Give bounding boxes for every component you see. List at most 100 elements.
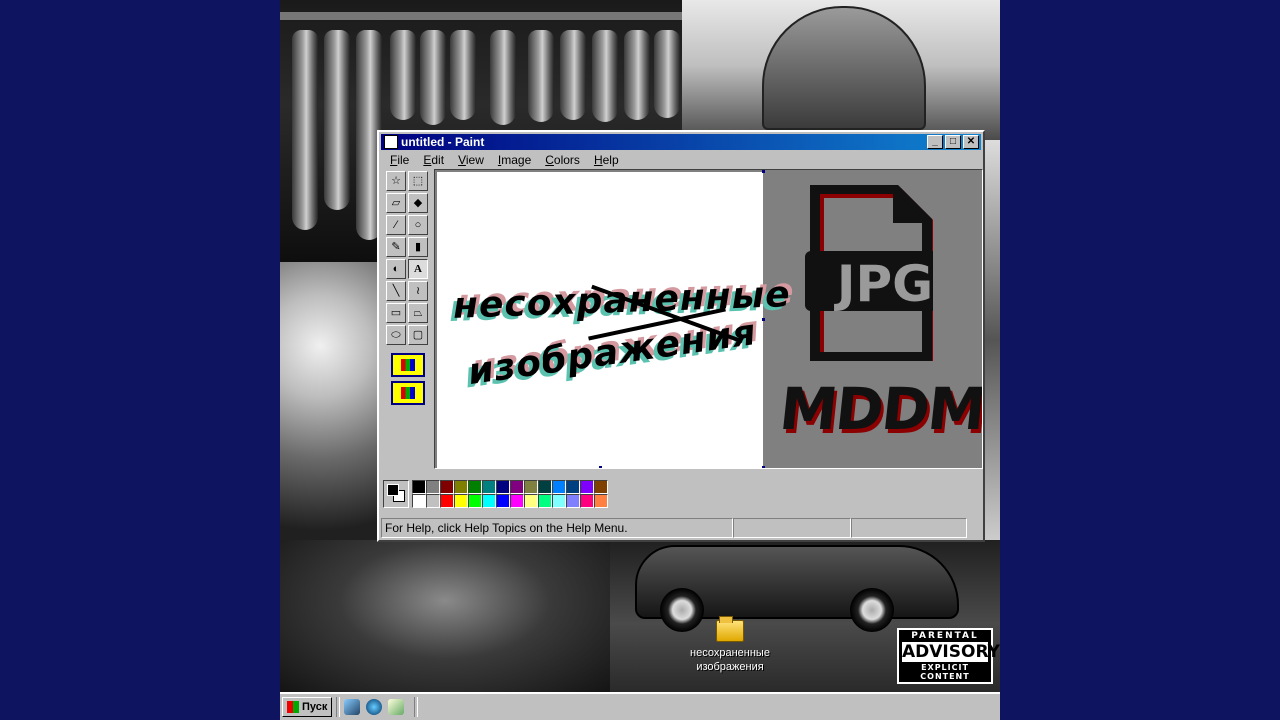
advisory-line1: PARENTAL: [911, 631, 979, 641]
foreground-color: [387, 484, 399, 496]
resize-handle[interactable]: [762, 318, 765, 321]
status-bar: For Help, click Help Topics on the Help …: [381, 518, 981, 538]
canvas-area: несохраненные изображения JPG MDDM: [434, 169, 983, 469]
menu-file[interactable]: File: [383, 153, 416, 167]
status-cell: [733, 518, 851, 538]
brush-icon[interactable]: ▮: [408, 237, 428, 257]
carcass: [390, 30, 416, 120]
ellipse-icon[interactable]: ⬭: [386, 325, 406, 345]
palette-swatch[interactable]: [552, 494, 566, 508]
menu-help[interactable]: Help: [587, 153, 626, 167]
parental-advisory-label: PARENTAL ADVISORY EXPLICIT CONTENT: [897, 628, 1000, 684]
text-icon[interactable]: A: [408, 259, 428, 279]
outlook-express-icon[interactable]: [388, 699, 405, 715]
resize-handle[interactable]: [599, 466, 602, 468]
palette-swatch[interactable]: [538, 494, 552, 508]
desktop-folder[interactable]: несохраненные изображения: [655, 616, 805, 674]
palette-swatch[interactable]: [566, 494, 580, 508]
minimize-button[interactable]: _: [927, 135, 943, 149]
palette-swatch[interactable]: [510, 480, 524, 494]
palette-swatch[interactable]: [566, 480, 580, 494]
carcass: [420, 30, 446, 125]
fill-with-color-icon[interactable]: ◆: [408, 193, 428, 213]
palette-swatch[interactable]: [440, 480, 454, 494]
magnifier-icon[interactable]: ○: [408, 215, 428, 235]
carcass: [292, 30, 318, 230]
maximize-button[interactable]: □: [945, 135, 961, 149]
carcass: [624, 30, 650, 120]
paint-app-icon[interactable]: [384, 135, 398, 149]
palette-swatch[interactable]: [468, 494, 482, 508]
palette-swatch[interactable]: [552, 480, 566, 494]
tool-option-opaque-icon[interactable]: [391, 353, 425, 377]
palette-swatch[interactable]: [496, 494, 510, 508]
folder-label: несохраненные изображения: [690, 647, 770, 673]
palette-swatch[interactable]: [496, 480, 510, 494]
menu-colors[interactable]: Colors: [538, 153, 587, 167]
current-colors[interactable]: [383, 480, 409, 508]
palette-swatch[interactable]: [524, 480, 538, 494]
trash-photo: [280, 540, 610, 692]
free-form-select-icon[interactable]: ☆: [386, 171, 406, 191]
artist-logo: MDDM: [776, 375, 983, 443]
palette-swatch[interactable]: [580, 494, 594, 508]
title-bar[interactable]: untitled - Paint _ □ ✕: [381, 134, 981, 150]
taskbar-separator: [336, 697, 341, 717]
hook-rail: [280, 12, 682, 20]
curve-icon[interactable]: ≀: [408, 281, 428, 301]
palette-swatch[interactable]: [538, 480, 552, 494]
drawing-canvas[interactable]: несохраненные изображения: [437, 172, 791, 468]
airbrush-icon[interactable]: ◐: [386, 259, 406, 279]
show-desktop-icon[interactable]: [344, 699, 361, 715]
palette-swatch[interactable]: [412, 480, 426, 494]
color-palette: [383, 480, 608, 514]
menu-image[interactable]: Image: [491, 153, 538, 167]
palette-swatch[interactable]: [426, 480, 440, 494]
resize-handle[interactable]: [762, 466, 765, 468]
line-icon[interactable]: ╲: [386, 281, 406, 301]
carcass: [592, 30, 618, 122]
palette-swatch[interactable]: [510, 494, 524, 508]
tool-option-transparent-icon[interactable]: [391, 381, 425, 405]
jpg-label: JPG: [836, 255, 934, 313]
polygon-icon[interactable]: ⏢: [408, 303, 428, 323]
advisory-line2: ADVISORY: [902, 642, 1000, 662]
menu-view[interactable]: View: [451, 153, 491, 167]
building-dome: [762, 6, 926, 130]
status-help-text: For Help, click Help Topics on the Help …: [381, 518, 733, 538]
select-icon[interactable]: ⬚: [408, 171, 428, 191]
menu-edit[interactable]: Edit: [416, 153, 451, 167]
palette-swatch[interactable]: [454, 494, 468, 508]
pick-color-icon[interactable]: ⁄: [386, 215, 406, 235]
close-button[interactable]: ✕: [963, 135, 979, 149]
carcass: [560, 30, 586, 120]
palette-swatch[interactable]: [482, 494, 496, 508]
palette-swatch[interactable]: [468, 480, 482, 494]
palette-swatch[interactable]: [426, 494, 440, 508]
palette-swatch[interactable]: [482, 480, 496, 494]
menu-bar: File Edit View Image Colors Help: [383, 151, 626, 169]
carcass: [490, 30, 516, 125]
pencil-icon[interactable]: ✎: [386, 237, 406, 257]
smoke-photo: [280, 262, 380, 542]
internet-explorer-icon[interactable]: [366, 699, 383, 715]
advisory-line3: EXPLICIT CONTENT: [920, 663, 970, 681]
palette-swatch[interactable]: [454, 480, 468, 494]
paint-window: untitled - Paint _ □ ✕ File Edit View Im…: [377, 130, 985, 542]
status-cell: [851, 518, 967, 538]
palette-swatch[interactable]: [594, 480, 608, 494]
rounded-rectangle-icon[interactable]: ▢: [408, 325, 428, 345]
palette-swatch[interactable]: [594, 494, 608, 508]
palette-swatch[interactable]: [524, 494, 538, 508]
start-button[interactable]: Пуск: [282, 697, 333, 717]
palette-swatch[interactable]: [412, 494, 426, 508]
palette-swatch[interactable]: [440, 494, 454, 508]
windows-logo-icon: [287, 701, 299, 713]
palette-swatch[interactable]: [580, 480, 594, 494]
rectangle-icon[interactable]: ▭: [386, 303, 406, 323]
carcass: [528, 30, 554, 122]
folder-icon: [716, 616, 744, 642]
resize-handle[interactable]: [762, 170, 765, 173]
toolbox: ☆ ⬚ ▱ ◆ ⁄ ○ ✎ ▮ ◐ A ╲ ≀ ▭ ⏢ ⬭ ▢: [384, 169, 432, 409]
eraser-icon[interactable]: ▱: [386, 193, 406, 213]
